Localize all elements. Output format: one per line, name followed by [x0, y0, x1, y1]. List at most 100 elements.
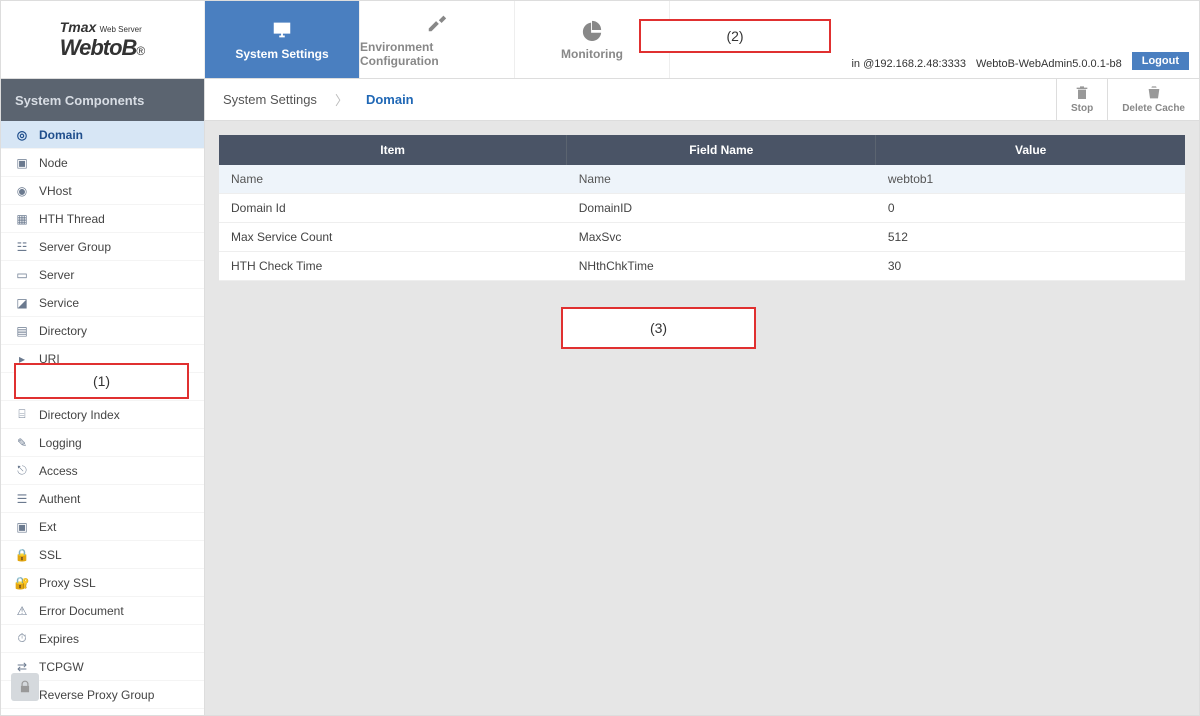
sidebar-item-label: Node — [39, 156, 68, 170]
sidebar-item-label: Authent — [39, 492, 80, 506]
wrench-icon — [426, 12, 448, 34]
version-info: WebtoB-WebAdmin5.0.0.1-b8 — [976, 58, 1122, 70]
logo-sub: Web Server — [100, 25, 142, 34]
sidebar-icon: ⌸ — [15, 408, 29, 422]
sidebar-item-label: Ext — [39, 520, 56, 534]
monitor-icon — [271, 19, 293, 41]
sidebar-item-label: Server Group — [39, 240, 111, 254]
cell-value: webtob1 — [876, 165, 1185, 194]
stop-button[interactable]: Stop — [1056, 79, 1107, 120]
sidebar-item-label: HTH Thread — [39, 212, 105, 226]
breadcrumb-current: Domain — [366, 92, 414, 107]
logout-button[interactable]: Logout — [1132, 52, 1189, 70]
breadcrumb: System Settings 〉 Domain — [205, 90, 1056, 109]
logo: Tmax Web Server WebtoB® — [1, 1, 205, 78]
table-row[interactable]: Max Service CountMaxSvc512 — [219, 223, 1185, 252]
sidebar-item-label: Error Document — [39, 604, 124, 618]
sidebar-item-label: Access — [39, 464, 78, 478]
sidebar-icon: 🔐 — [15, 576, 29, 590]
sidebar-item-label: Expires — [39, 632, 79, 646]
primary-nav: System Settings Environment Configuratio… — [205, 1, 670, 78]
nav-label: Environment Configuration — [360, 40, 514, 68]
piechart-icon — [581, 19, 603, 41]
breadcrumb-root[interactable]: System Settings — [223, 92, 335, 107]
cell-value: 0 — [876, 194, 1185, 223]
sidebar-icon: ⚠ — [15, 604, 29, 618]
sidebar-item-node[interactable]: ▣ Node — [1, 149, 204, 177]
delete-icon — [1146, 85, 1162, 101]
sidebar-icon: 🔒 — [15, 548, 29, 562]
annotation-2: (2) — [639, 19, 831, 53]
sidebar-item-service[interactable]: ◪ Service — [1, 289, 204, 317]
sidebar-item-access[interactable]: ⎋Access — [1, 457, 204, 485]
col-value: Value — [876, 135, 1185, 165]
sidebar-item-expires[interactable]: ⏱ Expires — [1, 625, 204, 653]
sidebar-item-hth-thread[interactable]: ▦ HTH Thread — [1, 205, 204, 233]
top-bar: Tmax Web Server WebtoB® System Settings … — [1, 1, 1199, 79]
domain-table: ItemField NameValue NameNamewebtob1Domai… — [219, 135, 1185, 281]
chevron-right-icon: 〉 — [335, 90, 366, 109]
nav-label: Monitoring — [561, 47, 623, 61]
cell-field: MaxSvc — [567, 223, 876, 252]
delete-cache-button[interactable]: Delete Cache — [1107, 79, 1199, 120]
table-row[interactable]: HTH Check TimeNHthChkTime30 — [219, 252, 1185, 281]
sidebar-item-label: Directory Index — [39, 408, 120, 422]
sidebar-item-proxy-ssl[interactable]: 🔐 Proxy SSL — [1, 569, 204, 597]
sidebar-icon: ◉ — [15, 184, 29, 198]
annotation-3: (3) — [561, 307, 756, 349]
sidebar-icon: ☰ — [15, 492, 29, 506]
sidebar-icon: ▦ — [15, 212, 29, 226]
sidebar-item-error-document[interactable]: ⚠ Error Document — [1, 597, 204, 625]
sidebar-icon: ▣ — [15, 156, 29, 170]
sidebar-item-directory[interactable]: ▤Directory — [1, 317, 204, 345]
sidebar-icon: ▣ — [15, 520, 29, 534]
sidebar-item-label: Service — [39, 296, 79, 310]
sidebar-item-domain[interactable]: ◎ Domain — [1, 121, 204, 149]
sidebar-item-label: Proxy SSL — [39, 576, 96, 590]
cell-field: NHthChkTime — [567, 252, 876, 281]
connection-info: in @192.168.2.48:3333 — [851, 58, 966, 70]
sidebar-item-ext[interactable]: ▣ Ext — [1, 513, 204, 541]
cell-item: Name — [219, 165, 567, 194]
nav-label: System Settings — [235, 47, 328, 61]
sidebar-icon: ⇄ — [15, 660, 29, 674]
sidebar-item-label: Reverse Proxy Group — [39, 688, 154, 702]
sidebar-item-ssl[interactable]: 🔒SSL — [1, 541, 204, 569]
sidebar-item-directory-index[interactable]: ⌸ Directory Index — [1, 401, 204, 429]
sidebar-item-authent[interactable]: ☰ Authent — [1, 485, 204, 513]
sidebar-icon: ✎ — [15, 436, 29, 450]
sidebar-item-server[interactable]: ▭Server — [1, 261, 204, 289]
sidebar-item-label: Logging — [39, 436, 82, 450]
col-field-name: Field Name — [567, 135, 876, 165]
sidebar-icon: ◪ — [15, 296, 29, 310]
annotation-1: (1) — [14, 363, 189, 399]
trash-icon — [1074, 85, 1090, 101]
table-row[interactable]: NameNamewebtob1 — [219, 165, 1185, 194]
sidebar-icon: ▭ — [15, 268, 29, 282]
sidebar-item-label: VHost — [39, 184, 72, 198]
sidebar-item-vhost[interactable]: ◉ VHost — [1, 177, 204, 205]
logo-tmax: Tmax — [60, 19, 97, 35]
logo-name: WebtoB — [60, 35, 137, 60]
sidebar-icon: ⏱ — [15, 632, 29, 646]
stop-label: Stop — [1071, 103, 1093, 114]
sidebar-header: System Components — [1, 79, 204, 121]
sidebar-item-server-group[interactable]: ☳ Server Group — [1, 233, 204, 261]
sidebar-icon: ◎ — [15, 128, 29, 142]
sidebar-item-logging[interactable]: ✎ Logging — [1, 429, 204, 457]
table-row[interactable]: Domain IdDomainID0 — [219, 194, 1185, 223]
cell-value: 512 — [876, 223, 1185, 252]
nav-environment-config[interactable]: Environment Configuration — [360, 1, 515, 78]
main-area: System Settings 〉 Domain Stop Delete Cac… — [205, 79, 1199, 715]
cell-field: DomainID — [567, 194, 876, 223]
sidebar-item-label: Domain — [39, 128, 83, 142]
cell-value: 30 — [876, 252, 1185, 281]
col-item: Item — [219, 135, 567, 165]
sidebar-icon: ☳ — [15, 240, 29, 254]
breadcrumb-bar: System Settings 〉 Domain Stop Delete Cac… — [205, 79, 1199, 121]
delete-cache-label: Delete Cache — [1122, 103, 1185, 114]
cell-field: Name — [567, 165, 876, 194]
nav-system-settings[interactable]: System Settings — [205, 1, 360, 78]
sidebar-icon: ▤ — [15, 324, 29, 338]
logo-reg: ® — [136, 44, 145, 58]
